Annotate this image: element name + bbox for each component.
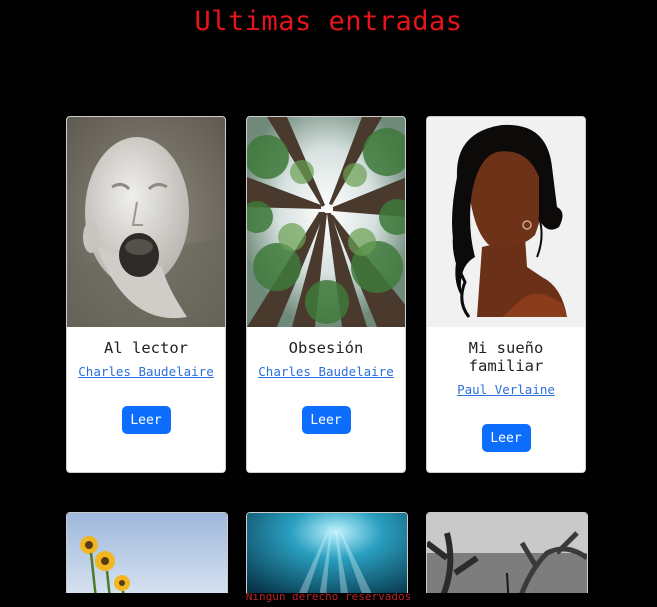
read-button[interactable]: Leer (301, 406, 351, 434)
card-title: Al lector (104, 339, 188, 357)
read-button[interactable]: Leer (121, 406, 171, 434)
poem-card-mi-sueno-familiar: Mi sueño familiar Paul Verlaine Leer (426, 116, 586, 473)
card-author-link[interactable]: Paul Verlaine (427, 382, 585, 397)
read-button[interactable]: Leer (481, 424, 531, 452)
card-author-link[interactable]: Charles Baudelaire (67, 364, 225, 379)
card-title: Obsesión (288, 339, 364, 357)
poem-card-al-lector: Al lector Charles Baudelaire Leer (66, 116, 226, 473)
screaming-head-sculpture-image[interactable] (67, 117, 225, 327)
forest-canopy-image[interactable] (247, 117, 405, 327)
card-title: Mi sueño familiar (468, 339, 544, 375)
footer: Ningún derecho reservados (0, 593, 657, 607)
woman-silhouette-illustration-image[interactable] (427, 117, 585, 327)
poem-card-obsesion: Obsesión Charles Baudelaire Leer (246, 116, 406, 473)
card-author-link[interactable]: Charles Baudelaire (247, 364, 405, 379)
footer-text: Ningún derecho reservados (245, 593, 412, 603)
page-title: Ultimas entradas (194, 6, 463, 37)
